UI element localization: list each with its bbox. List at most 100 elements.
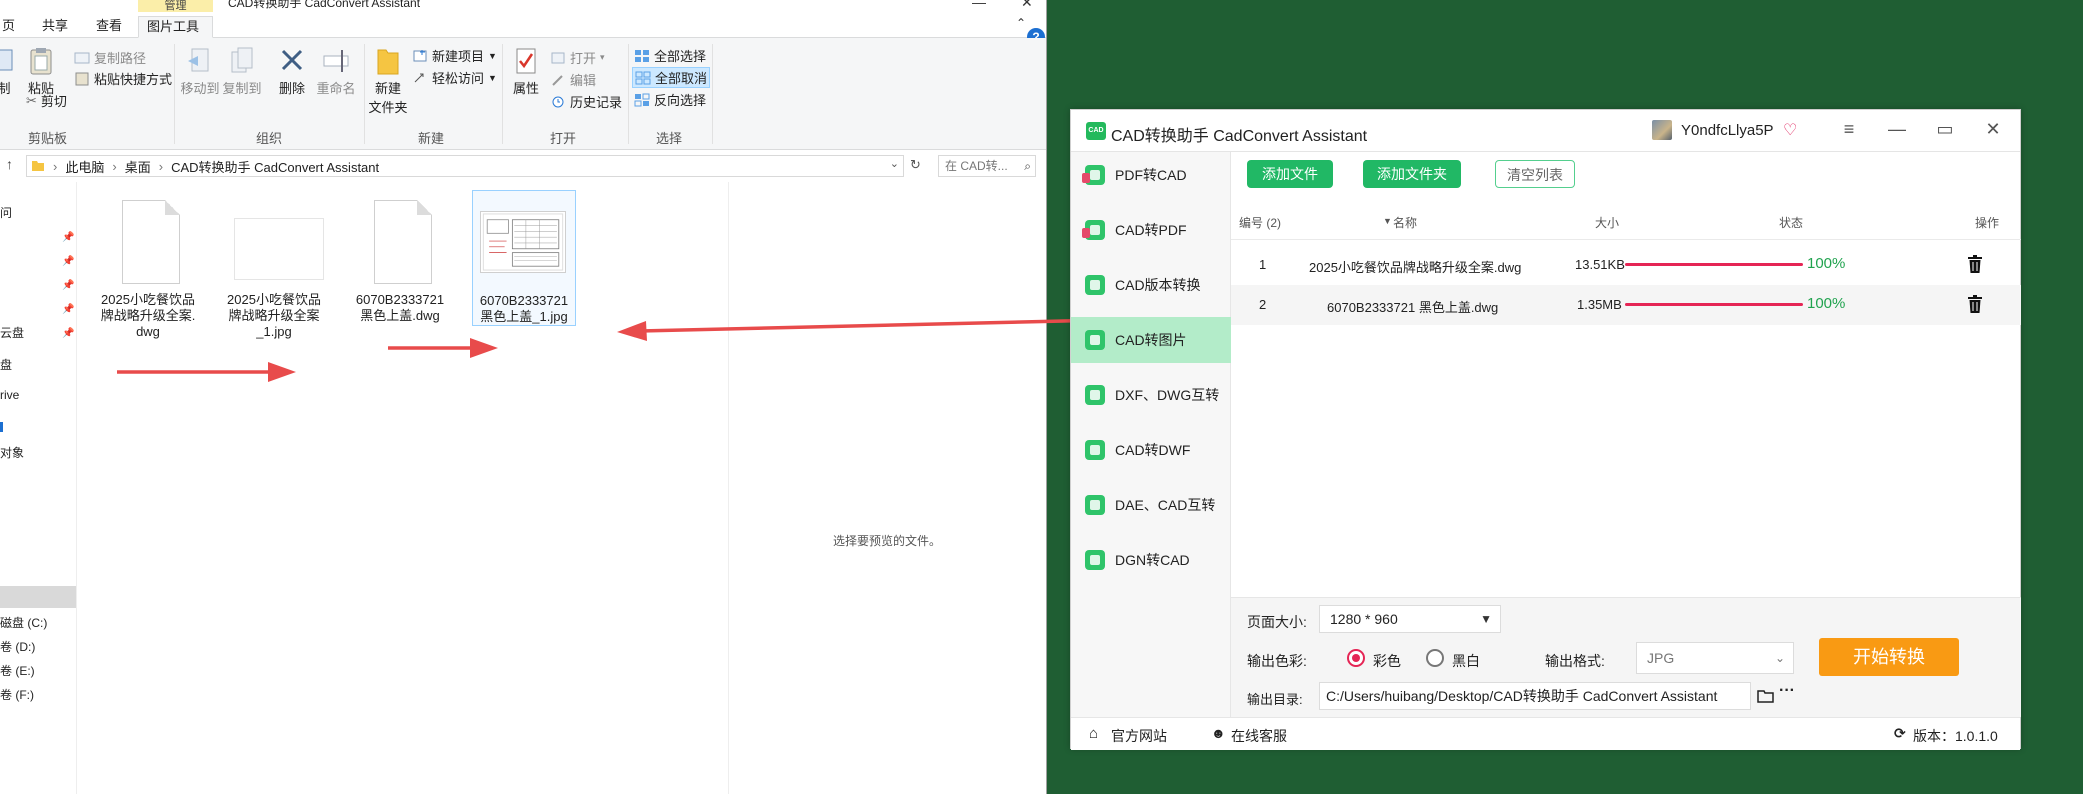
- black-white-radio[interactable]: [1426, 649, 1444, 667]
- rename-button[interactable]: 重命名: [314, 46, 358, 97]
- table-row[interactable]: 1 2025小吃餐饮品牌战略升级全案.dwg 13.51KB 100%: [1231, 245, 2021, 285]
- copy-to-button[interactable]: 复制到: [222, 46, 262, 97]
- file-item-dwg-2[interactable]: 6070B2333721 黑色上盖.dwg: [348, 194, 452, 324]
- ribbon-separator: [712, 44, 713, 144]
- refresh-icon[interactable]: ↻: [910, 157, 921, 173]
- file-name-line: 2025小吃餐饮品: [101, 292, 195, 307]
- color-radio[interactable]: [1347, 649, 1365, 667]
- new-group-label: 新建: [418, 131, 445, 146]
- close-icon[interactable]: ✕: [1983, 119, 2003, 140]
- vip-diamond-icon[interactable]: ♡: [1783, 120, 1797, 140]
- maximize-icon[interactable]: ▭: [1935, 119, 1955, 140]
- nav-item-drive-d[interactable]: 卷 (D:): [0, 638, 35, 655]
- file-item-dwg-1[interactable]: 2025小吃餐饮品 牌战略升级全案. dwg: [96, 194, 200, 340]
- column-header-name[interactable]: 名称: [1393, 214, 1417, 231]
- nav-item-drive-c[interactable]: 磁盘 (C:): [0, 614, 47, 631]
- row-file-name: 2025小吃餐饮品牌战略升级全案.dwg: [1309, 260, 1522, 275]
- trash-icon[interactable]: [1967, 255, 1983, 273]
- chevron-up-icon[interactable]: ⌃: [1016, 16, 1026, 30]
- user-name[interactable]: Y0ndfcLlya5P: [1681, 122, 1774, 139]
- output-dir-field[interactable]: C:/Users/huibang/Desktop/CAD转换助手 CadConv…: [1319, 682, 1751, 710]
- cut-button[interactable]: ✂ 剪切: [26, 91, 67, 110]
- tab-picture-tools[interactable]: 图片工具: [138, 16, 213, 38]
- online-support-link[interactable]: 在线客服: [1231, 726, 1287, 746]
- properties-button[interactable]: 属性: [508, 46, 544, 97]
- preview-message: 选择要预览的文件。: [833, 534, 942, 548]
- file-item-jpg-2[interactable]: 6070B2333721 黑色上盖_1.jpg: [472, 190, 576, 326]
- color-option-label[interactable]: 彩色: [1373, 651, 1401, 671]
- nav-item-drive-f[interactable]: 卷 (F:): [0, 686, 34, 703]
- page-size-select[interactable]: 1280 * 960 ▼: [1319, 605, 1501, 633]
- trash-icon[interactable]: [1967, 295, 1983, 313]
- menu-icon[interactable]: ≡: [1839, 119, 1859, 140]
- select-none-button[interactable]: 全部取消: [632, 67, 711, 88]
- file-name-line: 牌战略升级全案: [228, 308, 320, 323]
- clear-list-button[interactable]: 清空列表: [1495, 160, 1575, 188]
- sidebar-item-dxf-dwg-convert[interactable]: DXF、DWG互转: [1071, 372, 1231, 418]
- paste-button[interactable]: 粘贴: [26, 46, 56, 97]
- tab-view[interactable]: 查看: [88, 16, 130, 38]
- add-file-button[interactable]: 添加文件: [1247, 160, 1333, 188]
- up-arrow-icon[interactable]: ↑: [6, 156, 13, 172]
- app-logo: CAD: [1086, 122, 1106, 140]
- nav-item-drive[interactable]: 盘: [0, 356, 12, 373]
- folder-open-icon[interactable]: [1757, 689, 1775, 704]
- minimize-icon[interactable]: —: [972, 0, 986, 10]
- copy-button[interactable]: 制: [0, 46, 14, 97]
- nav-item-drive-e[interactable]: 卷 (E:): [0, 662, 35, 679]
- new-folder-button[interactable]: 新建 文件夹: [368, 46, 408, 116]
- edit-button[interactable]: 编辑: [550, 70, 596, 89]
- nav-item-onedrive[interactable]: rive: [0, 388, 19, 402]
- sidebar-item-label: CAD转图片: [1115, 332, 1187, 348]
- breadcrumb-current-folder[interactable]: CAD转换助手 CadConvert Assistant: [171, 157, 379, 176]
- delete-button[interactable]: 删除: [274, 46, 310, 97]
- new-item-dropdown[interactable]: 新建项目 ▼: [412, 46, 497, 65]
- history-button[interactable]: 历史记录: [550, 92, 622, 111]
- address-bar[interactable]: › 此电脑 › 桌面 › CAD转换助手 CadConvert Assistan…: [26, 155, 904, 177]
- official-website-link[interactable]: 官方网站: [1111, 726, 1167, 746]
- open-button[interactable]: 打开 ▾: [550, 48, 605, 67]
- tab-home[interactable]: 页: [0, 16, 23, 38]
- breadcrumb-this-pc[interactable]: 此电脑: [65, 157, 104, 176]
- sidebar-item-label: DXF、DWG互转: [1115, 387, 1220, 403]
- minimize-icon[interactable]: —: [1887, 119, 1907, 140]
- output-format-select[interactable]: JPG ⌄: [1636, 642, 1794, 674]
- sidebar-item-cad-version-convert[interactable]: CAD版本转换: [1071, 262, 1231, 308]
- chevron-down-icon[interactable]: ⌄: [890, 157, 899, 170]
- add-folder-button[interactable]: 添加文件夹: [1363, 160, 1461, 188]
- tab-share[interactable]: 共享: [34, 16, 76, 38]
- nav-item-cloud-drive[interactable]: 云盘: [0, 324, 24, 341]
- move-to-icon: [188, 48, 209, 72]
- sort-down-icon[interactable]: ▼: [1383, 216, 1392, 226]
- close-icon[interactable]: ✕: [1021, 0, 1033, 11]
- move-to-button[interactable]: 移动到: [180, 46, 220, 97]
- sidebar-item-cad-to-dwf[interactable]: CAD转DWF: [1071, 427, 1231, 473]
- search-input[interactable]: 在 CAD转... ⌕: [938, 155, 1036, 177]
- sidebar-item-cad-to-image[interactable]: CAD转图片: [1071, 317, 1231, 363]
- black-white-option-label[interactable]: 黑白: [1452, 651, 1480, 671]
- table-row[interactable]: 2 6070B2333721 黑色上盖.dwg 1.35MB 100%: [1231, 285, 2021, 325]
- avatar[interactable]: [1652, 120, 1672, 140]
- breadcrumb-desktop[interactable]: 桌面: [125, 157, 151, 176]
- sidebar-item-dae-cad-convert[interactable]: DAE、CAD互转: [1071, 482, 1231, 528]
- sidebar-item-cad-to-pdf[interactable]: CAD转PDF: [1071, 207, 1231, 253]
- file-name-line: 黑色上盖_1.jpg: [480, 309, 568, 324]
- nav-item-3d-objects[interactable]: 对象: [0, 444, 24, 461]
- more-options-icon[interactable]: ···: [1779, 682, 1795, 700]
- progress-percent: 100%: [1807, 255, 1846, 272]
- paste-shortcut-button[interactable]: 粘贴快捷方式: [74, 69, 172, 88]
- easy-access-dropdown[interactable]: 轻松访问 ▼: [412, 68, 497, 87]
- invert-selection-button[interactable]: 反向选择: [634, 90, 706, 109]
- breadcrumb-separator: ›: [158, 158, 164, 174]
- easy-access-label: 轻松访问: [432, 71, 485, 86]
- file-item-jpg-1[interactable]: 2025小吃餐饮品 牌战略升级全案 _1.jpg: [222, 194, 326, 340]
- nav-item[interactable]: 问: [0, 204, 12, 221]
- file-name-line: _1.jpg: [256, 324, 292, 339]
- select-none-icon: [635, 71, 651, 84]
- start-convert-button[interactable]: 开始转换: [1819, 638, 1959, 676]
- sidebar-item-dgn-to-cad[interactable]: DGN转CAD: [1071, 537, 1231, 583]
- file-list-area[interactable]: 2025小吃餐饮品 牌战略升级全案. dwg 2025小吃餐饮品 牌战略升级全案…: [78, 182, 728, 794]
- select-all-button[interactable]: 全部选择: [634, 46, 706, 65]
- copy-path-button[interactable]: 复制路径: [74, 48, 146, 67]
- sidebar-item-pdf-to-cad[interactable]: PDF转CAD: [1071, 152, 1231, 198]
